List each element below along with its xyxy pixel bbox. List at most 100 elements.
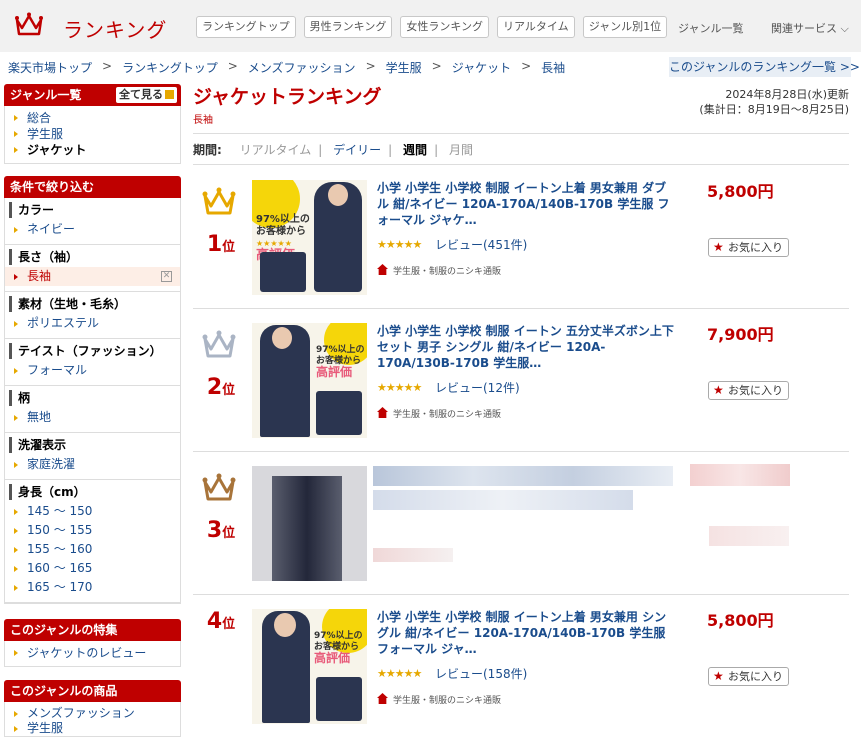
nav-male-ranking[interactable]: 男性ランキング xyxy=(303,16,393,38)
favorite-button[interactable]: お気に入り xyxy=(708,667,789,686)
genre-list-link[interactable]: ジャンル一覧 xyxy=(678,20,743,36)
product-title[interactable]: 小学 小学生 小学校 制服 イートン上着 男女兼用 シングル 紺/ネイビー 12… xyxy=(377,609,677,657)
badge-line2: お客様から xyxy=(256,226,306,237)
jacket-thumb xyxy=(316,677,362,721)
page-title: ジャケットランキング xyxy=(193,86,382,108)
filter-title: 柄 xyxy=(9,390,180,406)
price: 5,800円 xyxy=(707,182,774,201)
badge-pct: 97%以上の xyxy=(256,214,310,225)
period-daily[interactable]: デイリー xyxy=(333,143,381,157)
review-count[interactable]: レビュー(12件) xyxy=(435,379,520,396)
rank-number: 4位 xyxy=(201,609,241,634)
period-separator: | xyxy=(318,143,323,157)
shop-name[interactable]: 学生服・制服のニシキ通販 xyxy=(377,264,501,277)
breadcrumb-item[interactable]: ジャケット xyxy=(452,59,511,76)
divider xyxy=(193,133,849,134)
products-item[interactable]: 学生服 xyxy=(5,721,180,736)
nav-realtime[interactable]: リアルタイム xyxy=(497,16,575,38)
breadcrumb-separator: > xyxy=(227,59,238,73)
rating-stars: ★★★★★ xyxy=(377,381,422,394)
filter-title: テイスト（ファッション） xyxy=(9,343,180,359)
price: 5,800円 xyxy=(707,611,774,630)
breadcrumb-separator: > xyxy=(521,59,532,73)
genre-item[interactable]: 総合 xyxy=(5,110,180,126)
breadcrumb-item[interactable]: メンズファッション xyxy=(248,59,356,76)
products-item[interactable]: メンズファッション xyxy=(5,706,180,721)
filter-option-selected[interactable]: 長袖 xyxy=(5,267,180,286)
sidebar-genre-panel: ジャンル一覧 全て見る 総合 学生服 ジャケット xyxy=(4,84,181,164)
filter-option[interactable]: 145 ～ 150 xyxy=(5,502,180,521)
filter-option[interactable]: 無地 xyxy=(5,408,180,427)
nav-ranking-top[interactable]: ランキングトップ xyxy=(196,16,296,38)
blurred-price xyxy=(690,464,790,486)
period-monthly: 月間 xyxy=(448,143,473,157)
logo-text[interactable]: ランキング xyxy=(63,14,167,43)
filter-option[interactable]: 150 ～ 155 xyxy=(5,521,180,540)
rating-stars: ★★★★★ xyxy=(377,667,422,680)
sidebar-special-panel: このジャンルの特集 ジャケットのレビュー xyxy=(4,619,181,667)
bronze-crown-icon xyxy=(202,473,236,501)
filter-option[interactable]: 家庭洗濯 xyxy=(5,455,180,474)
ranking-item-hidden: 3位 xyxy=(193,464,849,606)
gold-crown-icon xyxy=(202,187,236,215)
shop-name[interactable]: 学生服・制服のニシキ通販 xyxy=(377,407,501,420)
favorite-button[interactable]: お気に入り xyxy=(708,238,789,257)
rank-value: 1 xyxy=(206,232,223,257)
filter-group-material: 素材（生地・毛糸） ポリエステル xyxy=(5,292,180,339)
related-services-link[interactable]: 関連サービス ⌵ xyxy=(771,20,849,36)
shop-name[interactable]: 学生服・制服のニシキ通販 xyxy=(377,693,501,706)
divider xyxy=(193,594,849,595)
product-image[interactable]: 97%以上の お客様から 高評価 xyxy=(252,609,367,724)
product-image[interactable]: 97%以上の お客様から ★★★★★ 高評価 xyxy=(252,180,367,295)
products-panel-header: このジャンルの商品 xyxy=(4,680,181,702)
product-title[interactable]: 小学 小学生 小学校 制服 イートン 五分丈半ズボン上下セット 男子 シングル … xyxy=(377,323,677,371)
badge-text: 97%以上の お客様から 高評価 xyxy=(314,631,363,664)
genre-item-current: ジャケット xyxy=(5,142,180,158)
product-image[interactable]: 97%以上の お客様から 高評価 xyxy=(252,323,367,438)
filter-group-taste: テイスト（ファッション） フォーマル xyxy=(5,339,180,386)
review-count[interactable]: レビュー(158件) xyxy=(435,665,527,682)
badge-line3: 高評価 xyxy=(316,365,353,379)
products-list: メンズファッション 学生服 xyxy=(4,702,181,737)
filter-panel-header: 条件で絞り込む xyxy=(4,176,181,198)
breadcrumb-item[interactable]: 長袖 xyxy=(541,59,565,76)
breadcrumb-item[interactable]: 学生服 xyxy=(386,59,422,76)
see-all-label: 全て見る xyxy=(119,88,163,101)
filter-option[interactable]: 165 ～ 170 xyxy=(5,578,180,597)
period-label: 期間: xyxy=(193,143,222,157)
breadcrumb-item[interactable]: 楽天市場トップ xyxy=(8,59,92,76)
blurred-figure xyxy=(272,476,342,581)
crown-icon[interactable] xyxy=(14,12,44,38)
nav-female-ranking[interactable]: 女性ランキング xyxy=(400,16,490,38)
period-separator: | xyxy=(434,143,439,157)
clear-filter-icon[interactable]: ✕ xyxy=(161,271,172,282)
see-all-button[interactable]: 全て見る xyxy=(116,87,177,103)
review-count[interactable]: レビュー(451件) xyxy=(435,236,527,253)
model-face xyxy=(328,184,348,206)
breadcrumb-separator: > xyxy=(431,59,442,73)
rating-stars: ★★★★★ xyxy=(377,238,422,251)
rank-value: 4 xyxy=(206,609,223,634)
ranking-item: 4位 97%以上の お客様から 高評価 小学 小学生 小学校 制服 イートン上着… xyxy=(193,609,849,739)
nav-genre-first[interactable]: ジャンル別1位 xyxy=(582,16,668,38)
filter-option[interactable]: 160 ～ 165 xyxy=(5,559,180,578)
special-item[interactable]: ジャケットのレビュー xyxy=(5,645,180,661)
rank-value: 2 xyxy=(206,375,223,400)
filter-option[interactable]: フォーマル xyxy=(5,361,180,380)
filter-option[interactable]: 155 ～ 160 xyxy=(5,540,180,559)
breadcrumb-item[interactable]: ランキングトップ xyxy=(122,59,218,76)
filter-title: 素材（生地・毛糸） xyxy=(9,296,180,312)
genre-panel-title: ジャンル一覧 xyxy=(10,88,82,102)
filter-title: 身長（cm） xyxy=(9,484,180,500)
favorite-button[interactable]: お気に入り xyxy=(708,381,789,400)
blurred-title xyxy=(373,466,673,486)
model-face xyxy=(274,613,296,637)
filter-group-color: カラー ネイビー xyxy=(5,198,180,245)
product-title[interactable]: 小学 小学生 小学校 制服 イートン上着 男女兼用 ダブル 紺/ネイビー 120… xyxy=(377,180,677,228)
genre-item[interactable]: 学生服 xyxy=(5,126,180,142)
update-date: 2024年8月28日(水)更新 (集計日：8月19日～8月25日) xyxy=(699,87,849,117)
filter-option[interactable]: ポリエステル xyxy=(5,314,180,333)
blurred-fav xyxy=(709,526,789,546)
filter-option[interactable]: ネイビー xyxy=(5,220,180,239)
genre-ranking-list-button[interactable]: このジャンルのランキング一覧 >> xyxy=(669,57,860,77)
